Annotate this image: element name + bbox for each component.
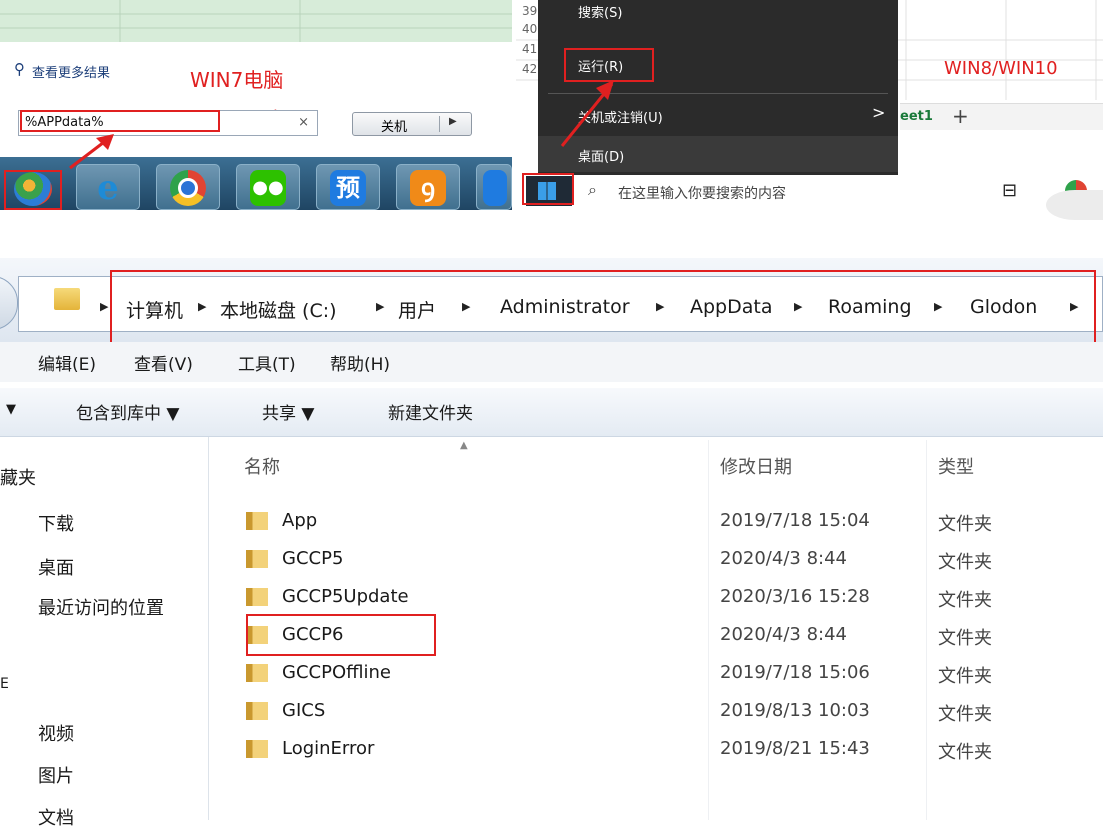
folder-icon bbox=[246, 512, 268, 530]
file-type: 文件夹 bbox=[938, 552, 992, 573]
file-date: 2020/4/3 8:44 bbox=[720, 548, 847, 569]
win10-label: WIN8/WIN10 bbox=[944, 58, 1058, 79]
file-date: 2020/3/16 15:28 bbox=[720, 586, 870, 607]
sheet-tab[interactable]: eet1 bbox=[900, 109, 933, 124]
sheet-tab-bar: eet1 + bbox=[900, 103, 1103, 130]
file-type: 文件夹 bbox=[938, 514, 992, 535]
file-type: 文件夹 bbox=[938, 590, 992, 611]
file-type: 文件夹 bbox=[938, 742, 992, 763]
file-name[interactable]: GCCP5 bbox=[282, 548, 343, 569]
nav-videos[interactable]: 视频 bbox=[38, 720, 74, 746]
taskbar-search-input[interactable]: 在这里输入你要搜索的内容 bbox=[618, 183, 786, 203]
file-type: 文件夹 bbox=[938, 704, 992, 725]
column-divider bbox=[926, 440, 927, 820]
nav-desktop[interactable]: 桌面 bbox=[38, 554, 74, 580]
file-name[interactable]: App bbox=[282, 510, 317, 531]
folder-icon bbox=[246, 740, 268, 758]
share-button[interactable]: 共享 ▼ bbox=[262, 399, 314, 424]
file-name[interactable]: GCCPOffline bbox=[282, 662, 391, 683]
column-header-name[interactable]: 名称 bbox=[244, 453, 280, 479]
file-name[interactable]: GCCP5Update bbox=[282, 586, 409, 607]
chevron-right-icon: > bbox=[872, 103, 886, 122]
file-date: 2020/4/3 8:44 bbox=[720, 624, 847, 645]
folder-icon bbox=[246, 550, 268, 568]
navigation-pane bbox=[0, 437, 209, 820]
menu-tools[interactable]: 工具(T) bbox=[238, 350, 296, 375]
file-type: 文件夹 bbox=[938, 666, 992, 687]
column-divider bbox=[708, 440, 709, 820]
search-icon: ⌕ bbox=[588, 180, 597, 199]
organize-dropdown-arrow[interactable]: ▼ bbox=[6, 402, 16, 417]
gccp6-highlight-box bbox=[246, 614, 436, 656]
file-date: 2019/8/13 10:03 bbox=[720, 700, 870, 721]
task-view-icon[interactable]: ⊟ bbox=[1002, 180, 1017, 201]
new-folder-button[interactable]: 新建文件夹 bbox=[388, 399, 473, 424]
annotation-arrow bbox=[560, 80, 614, 147]
file-date: 2019/7/18 15:04 bbox=[720, 510, 870, 531]
nav-pictures[interactable]: 图片 bbox=[38, 762, 74, 788]
column-header-date[interactable]: 修改日期 bbox=[720, 453, 792, 479]
column-header-type[interactable]: 类型 bbox=[938, 453, 974, 479]
annotation-arrow bbox=[69, 134, 114, 170]
folder-icon bbox=[54, 288, 80, 310]
folder-icon bbox=[246, 588, 268, 606]
file-name[interactable]: GICS bbox=[282, 700, 325, 721]
folder-icon bbox=[246, 664, 268, 682]
file-name[interactable]: LoginError bbox=[282, 738, 374, 759]
nav-documents[interactable]: 文档 bbox=[38, 804, 74, 830]
include-in-library-button[interactable]: 包含到库中 ▼ bbox=[76, 399, 179, 424]
folder-icon bbox=[246, 702, 268, 720]
page-corner-decoration bbox=[1046, 190, 1103, 220]
nav-favorites[interactable]: 藏夹 bbox=[0, 464, 36, 490]
chevron-right-icon[interactable]: ▶ bbox=[100, 300, 108, 313]
sort-up-icon: ▲ bbox=[460, 440, 468, 451]
file-date: 2019/7/18 15:06 bbox=[720, 662, 870, 683]
nav-downloads[interactable]: 下载 bbox=[38, 510, 74, 536]
add-sheet-button[interactable]: + bbox=[952, 104, 969, 128]
nav-library[interactable]: E bbox=[0, 676, 9, 692]
menu-help[interactable]: 帮助(H) bbox=[330, 350, 390, 375]
file-date: 2019/8/21 15:43 bbox=[720, 738, 870, 759]
menu-view[interactable]: 查看(V) bbox=[134, 350, 193, 375]
file-type: 文件夹 bbox=[938, 628, 992, 649]
menu-edit[interactable]: 编辑(E) bbox=[38, 350, 96, 375]
nav-recent[interactable]: 最近访问的位置 bbox=[38, 594, 164, 620]
